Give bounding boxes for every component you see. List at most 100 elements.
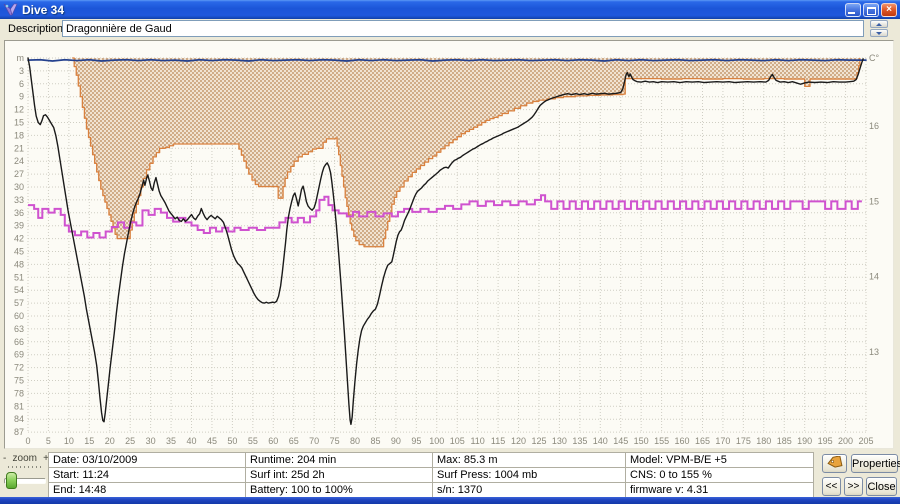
svg-text:190: 190 (797, 436, 812, 446)
zoom-slider-thumb[interactable] (6, 472, 17, 489)
svg-text:13: 13 (869, 347, 879, 357)
svg-text:185: 185 (777, 436, 792, 446)
description-input[interactable] (62, 20, 864, 37)
svg-text:27: 27 (14, 169, 24, 179)
svg-text:120: 120 (511, 436, 526, 446)
svg-text:145: 145 (613, 436, 628, 446)
dive-profile-chart: m369121518212427303336394245485154576063… (5, 41, 893, 448)
zoom-label: zoom (13, 453, 37, 464)
svg-text:195: 195 (818, 436, 833, 446)
svg-text:14: 14 (869, 272, 879, 282)
maximize-button[interactable] (863, 3, 879, 17)
taskbar-strip (0, 497, 900, 504)
info-cell-start: Start: 11:24 (49, 468, 246, 483)
svg-text:155: 155 (654, 436, 669, 446)
zoom-slider-ticks (8, 466, 44, 468)
info-cell-end: End: 14:48 (49, 483, 246, 498)
svg-text:60: 60 (268, 436, 278, 446)
dive-profile-chart-panel: m369121518212427303336394245485154576063… (4, 40, 894, 449)
svg-text:45: 45 (207, 436, 217, 446)
arrow-up-icon (876, 23, 882, 26)
svg-text:75: 75 (330, 436, 340, 446)
info-cell-firmware: firmware v: 4.31 (626, 483, 814, 498)
svg-text:55: 55 (248, 436, 258, 446)
svg-text:39: 39 (14, 221, 24, 231)
info-cell-model: Model: VPM-B/E +5 (626, 453, 814, 468)
svg-text:95: 95 (411, 436, 421, 446)
spinner-up-button[interactable] (870, 20, 888, 28)
svg-text:9: 9 (19, 92, 24, 102)
svg-text:21: 21 (14, 143, 24, 153)
svg-text:30: 30 (146, 436, 156, 446)
svg-text:60: 60 (14, 311, 24, 321)
svg-text:10: 10 (64, 436, 74, 446)
svg-text:15: 15 (14, 118, 24, 128)
svg-text:24: 24 (14, 156, 24, 166)
svg-text:70: 70 (309, 436, 319, 446)
svg-text:65: 65 (289, 436, 299, 446)
tag-button[interactable] (822, 454, 847, 473)
svg-text:80: 80 (350, 436, 360, 446)
svg-text:16: 16 (869, 121, 879, 131)
svg-text:84: 84 (14, 414, 24, 424)
svg-text:105: 105 (450, 436, 465, 446)
svg-text:30: 30 (14, 182, 24, 192)
svg-text:175: 175 (736, 436, 751, 446)
window-title: Dive 34 (22, 3, 64, 17)
svg-text:0: 0 (25, 436, 30, 446)
svg-text:12: 12 (14, 105, 24, 115)
dive-info-table: Date: 03/10/2009 Runtime: 204 min Max: 8… (48, 452, 814, 498)
svg-text:35: 35 (166, 436, 176, 446)
svg-text:160: 160 (675, 436, 690, 446)
spinner-down-button[interactable] (870, 29, 888, 37)
svg-text:15: 15 (84, 436, 94, 446)
svg-text:51: 51 (14, 272, 24, 282)
titlebar: Dive 34 × (0, 0, 900, 19)
svg-text:66: 66 (14, 337, 24, 347)
svg-text:69: 69 (14, 350, 24, 360)
svg-text:45: 45 (14, 247, 24, 257)
svg-text:135: 135 (572, 436, 587, 446)
svg-text:165: 165 (695, 436, 710, 446)
svg-text:C°: C° (869, 53, 879, 63)
svg-text:40: 40 (187, 436, 197, 446)
svg-text:140: 140 (593, 436, 608, 446)
svg-text:36: 36 (14, 208, 24, 218)
next-dive-button[interactable]: >> (844, 477, 863, 496)
svg-text:54: 54 (14, 285, 24, 295)
svg-text:63: 63 (14, 324, 24, 334)
minimize-icon (848, 12, 855, 14)
info-cell-date: Date: 03/10/2009 (49, 453, 246, 468)
svg-text:90: 90 (391, 436, 401, 446)
svg-text:48: 48 (14, 259, 24, 269)
app-icon[interactable] (3, 3, 18, 16)
svg-text:205: 205 (858, 436, 873, 446)
svg-text:75: 75 (14, 376, 24, 386)
info-cell-max-depth: Max: 85.3 m (433, 453, 626, 468)
svg-text:m: m (17, 53, 25, 63)
close-icon: × (882, 4, 896, 16)
info-cell-battery: Battery: 100 to 100% (246, 483, 433, 498)
description-label: Description: (8, 23, 66, 35)
info-cell-surf-press: Surf Press: 1004 mb (433, 468, 626, 483)
close-button[interactable]: Close (866, 477, 897, 496)
svg-text:42: 42 (14, 234, 24, 244)
close-window-button[interactable]: × (881, 3, 897, 17)
svg-text:85: 85 (370, 436, 380, 446)
svg-text:20: 20 (105, 436, 115, 446)
svg-text:150: 150 (634, 436, 649, 446)
previous-dive-button[interactable]: << (822, 477, 841, 496)
svg-text:180: 180 (756, 436, 771, 446)
properties-button[interactable]: Properties (851, 454, 898, 473)
dive-window: Dive 34 × Description: m3691215182124273… (0, 0, 900, 504)
minimize-button[interactable] (845, 3, 861, 17)
svg-text:5: 5 (46, 436, 51, 446)
svg-text:57: 57 (14, 298, 24, 308)
svg-text:3: 3 (19, 66, 24, 76)
zoom-control: - zoom + (3, 453, 49, 464)
svg-text:25: 25 (125, 436, 135, 446)
info-cell-surf-interval: Surf int: 25d 2h (246, 468, 433, 483)
svg-text:125: 125 (531, 436, 546, 446)
zoom-out-button[interactable]: - (3, 453, 6, 464)
svg-text:50: 50 (227, 436, 237, 446)
